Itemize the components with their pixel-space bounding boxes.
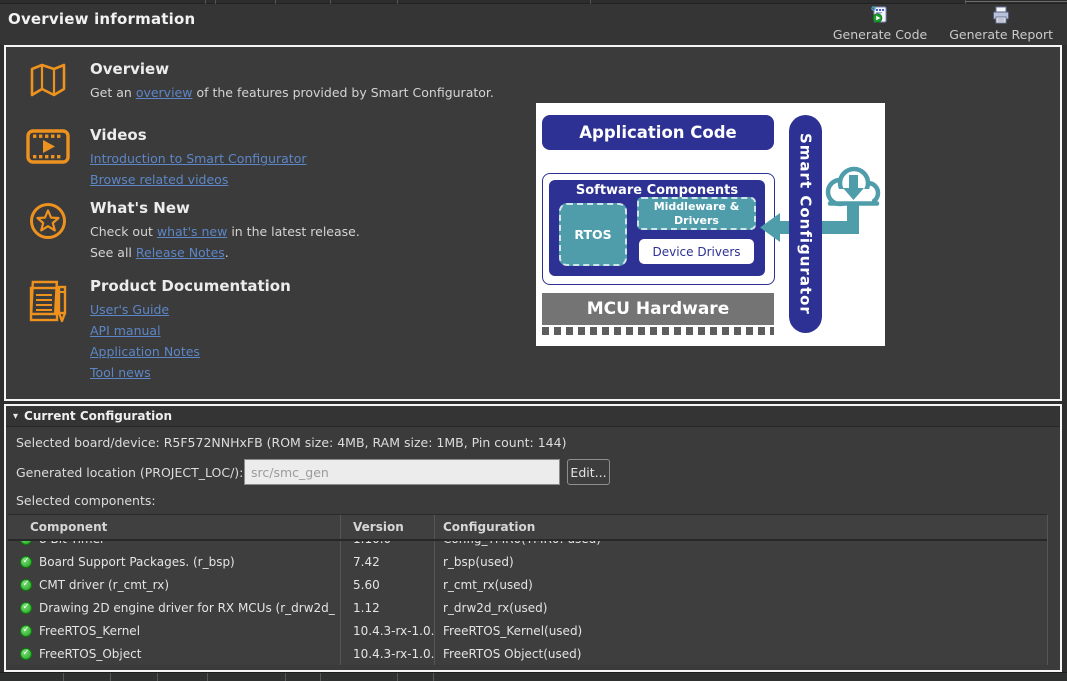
page-title: Overview information [8, 10, 195, 28]
mcu-pins-strip [542, 327, 774, 335]
toolbar: Generate Code Generate Report [829, 4, 1057, 44]
generate-code-label: Generate Code [833, 27, 927, 42]
component-version: 10.4.3-rx-1.0.9 [340, 619, 434, 642]
component-row[interactable]: FreeRTOS_Kernel 10.4.3-rx-1.0.9 FreeRTOS… [8, 619, 1047, 642]
text-suffix: . [225, 245, 229, 260]
component-row[interactable]: Drawing 2D engine driver for RX MCUs (r_… [8, 596, 1047, 619]
component-name: CMT driver (r_cmt_rx) [39, 578, 169, 592]
checked-icon [20, 541, 32, 545]
checked-icon [20, 648, 32, 660]
column-header-component[interactable]: Component [8, 515, 340, 539]
section-title: Videos [90, 125, 524, 145]
component-name: Board Support Packages. (r_bsp) [39, 555, 235, 569]
component-configuration: r_bsp(used) [434, 550, 1047, 573]
section-title: Product Documentation [90, 276, 524, 296]
checked-icon [20, 556, 32, 568]
whats-new-section: What's New Check out what's new in the l… [24, 198, 524, 263]
text-prefix: Check out [90, 224, 157, 239]
bottom-view-edge [0, 672, 1067, 681]
current-configuration-header[interactable]: ▾ Current Configuration [6, 406, 1060, 427]
map-icon [24, 62, 72, 98]
smart-configurator-window: Overview information Generate Code [0, 0, 1067, 681]
section-text: Get an overview of the features provided… [90, 82, 524, 103]
generate-report-icon [991, 6, 1011, 24]
selected-components-label: Selected components: [16, 493, 156, 508]
checked-icon [20, 579, 32, 591]
text-suffix: in the latest release. [227, 224, 360, 239]
whats-new-link[interactable]: what's new [157, 224, 227, 239]
collapse-arrow-icon: ▾ [13, 411, 18, 422]
text-prefix: Get an [90, 85, 136, 100]
component-row[interactable]: 8-Bit Timer 1.10.0 Config_TMR0(TMR0: use… [8, 541, 1047, 550]
section-text: See all Release Notes. [90, 242, 524, 263]
current-configuration-title: Current Configuration [24, 409, 172, 423]
application-notes-link[interactable]: Application Notes [90, 341, 524, 362]
mcu-hardware-box: MCU Hardware [542, 293, 774, 325]
component-name: FreeRTOS_Kernel [39, 624, 140, 638]
documents-icon [24, 279, 72, 325]
component-version: 5.60 [340, 573, 434, 596]
product-documentation-section: Product Documentation User's Guide API m… [24, 276, 524, 383]
component-version: 7.42 [340, 550, 434, 573]
overview-section: Overview Get an overview of the features… [24, 59, 524, 103]
architecture-diagram: Application Code Software Components RTO… [536, 103, 885, 346]
selected-board-device-text: Selected board/device: R5F572NNHxFB (ROM… [16, 435, 566, 450]
component-version: 10.4.3-rx-1.0.9 [340, 642, 434, 665]
middleware-drivers-label: Middleware & Drivers [651, 200, 743, 228]
component-configuration: FreeRTOS_Kernel(used) [434, 619, 1047, 642]
component-name: 8-Bit Timer [39, 541, 105, 546]
components-table-header: Component Version Configuration [8, 515, 1047, 541]
text-suffix: of the features provided by Smart Config… [192, 85, 493, 100]
component-row[interactable]: Board Support Packages. (r_bsp) 7.42 r_b… [8, 550, 1047, 573]
generate-report-button[interactable]: Generate Report [945, 4, 1057, 44]
checked-icon [20, 602, 32, 614]
tool-news-link[interactable]: Tool news [90, 362, 524, 383]
edit-button[interactable]: Edit... [567, 459, 610, 485]
release-notes-link[interactable]: Release Notes [136, 245, 225, 260]
api-manual-link[interactable]: API manual [90, 320, 524, 341]
component-row[interactable]: CMT driver (r_cmt_rx) 5.60 r_cmt_rx(used… [8, 573, 1047, 596]
component-name: FreeRTOS_Object [39, 647, 141, 661]
component-version: 1.10.0 [340, 541, 434, 550]
section-title: Overview [90, 59, 524, 79]
generate-code-button[interactable]: Generate Code [829, 4, 931, 44]
checked-icon [20, 625, 32, 637]
rtos-box: RTOS [559, 203, 627, 266]
component-configuration: Config_TMR0(TMR0: used) [434, 541, 1047, 550]
text-prefix: See all [90, 245, 136, 260]
component-row[interactable]: FreeRTOS_Object 10.4.3-rx-1.0.9 FreeRTOS… [8, 642, 1047, 665]
overview-panel: Overview Get an overview of the features… [4, 45, 1062, 401]
components-table: Component Version Configuration 8-Bit Ti… [8, 514, 1048, 665]
component-configuration: FreeRTOS Object(used) [434, 642, 1047, 665]
component-name: Drawing 2D engine driver for RX MCUs (r_… [39, 601, 335, 615]
generated-location-input [244, 459, 560, 485]
column-header-version[interactable]: Version [340, 515, 434, 539]
overview-link[interactable]: overview [136, 85, 193, 100]
generated-location-label: Generated location (PROJECT_LOC/): [16, 465, 243, 480]
column-header-configuration[interactable]: Configuration [434, 515, 1047, 539]
component-configuration: r_drw2d_rx(used) [434, 596, 1047, 619]
users-guide-link[interactable]: User's Guide [90, 299, 524, 320]
generate-code-icon [870, 6, 890, 24]
section-title: What's New [90, 198, 524, 218]
browse-videos-link[interactable]: Browse related videos [90, 169, 524, 190]
section-text: Check out what's new in the latest relea… [90, 221, 524, 242]
application-code-box: Application Code [542, 115, 774, 150]
smart-configurator-label: Smart Configurator [797, 133, 815, 315]
videos-section: Videos Introduction to Smart Configurato… [24, 125, 524, 190]
smart-configurator-pill: Smart Configurator [789, 115, 822, 333]
components-table-body: 8-Bit Timer 1.10.0 Config_TMR0(TMR0: use… [8, 541, 1047, 665]
star-icon [24, 201, 72, 241]
generate-report-label: Generate Report [949, 27, 1053, 42]
component-version: 1.12 [340, 596, 434, 619]
component-configuration: r_cmt_rx(used) [434, 573, 1047, 596]
current-configuration-panel: ▾ Current Configuration Selected board/d… [4, 404, 1062, 672]
editor-header: Overview information Generate Code [0, 0, 1067, 45]
video-icon [24, 128, 72, 165]
software-components-label: Software Components [549, 183, 765, 198]
intro-video-link[interactable]: Introduction to Smart Configurator [90, 148, 524, 169]
